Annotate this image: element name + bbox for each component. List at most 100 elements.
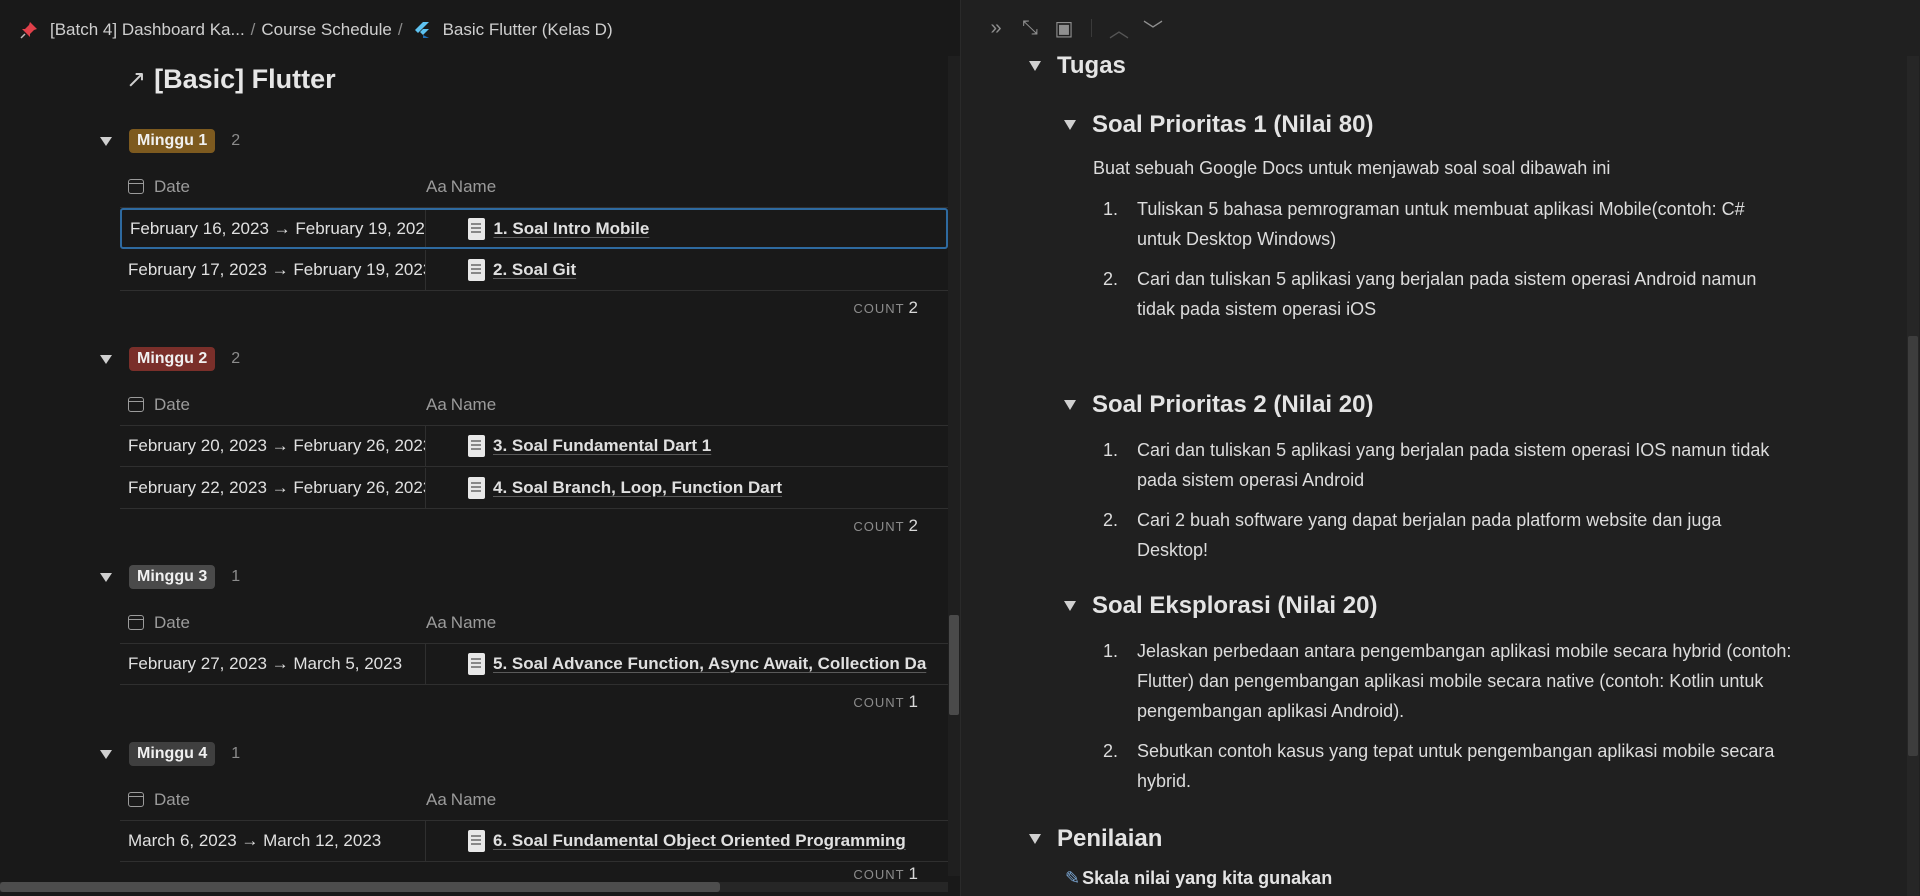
name-cell[interactable]: 2. Soal Git [426, 259, 948, 281]
section-title: Soal Eksplorasi (Nilai 20) [1092, 592, 1378, 619]
chevron-up-icon[interactable]: ︿ [1102, 14, 1136, 43]
date-cell[interactable]: February 22, 2023 → February 26, 2023 [120, 468, 426, 508]
name-cell[interactable]: 4. Soal Branch, Loop, Function Dart [426, 477, 948, 499]
column-name[interactable]: Aa Name [426, 613, 496, 633]
toggle-triangle-icon[interactable] [1029, 61, 1041, 71]
column-label: Date [154, 176, 190, 196]
count-value: 2 [908, 298, 918, 317]
sidebar-panel-icon[interactable]: ▣ [1047, 16, 1081, 41]
breadcrumb-label: Basic Flutter (Kelas D) [442, 20, 613, 39]
document-icon [468, 653, 485, 675]
table-row[interactable]: February 17, 2023 → February 19, 2023 2.… [120, 250, 948, 291]
toggle-triangle-icon[interactable] [100, 749, 112, 759]
list-number: 2. [1103, 510, 1119, 530]
page-peek-pane: » ⤡ ▣ ︿ ﹀ Tugas Soal Prioritas 1 (Nilai … [960, 0, 1920, 896]
group-minggu-4: Minggu 4 1 Date Aa Name March 6, 2023 → M… [96, 739, 948, 896]
page-link[interactable]: 6. Soal Fundamental Object Oriented Prog… [493, 831, 906, 851]
double-chevron-right-icon[interactable]: » [979, 17, 1013, 40]
name-cell[interactable]: 1. Soal Intro Mobile [426, 217, 946, 240]
name-cell[interactable]: 6. Soal Fundamental Object Oriented Prog… [426, 830, 948, 852]
toggle-triangle-icon[interactable] [100, 136, 112, 146]
breadcrumb-item-dashboard[interactable]: [Batch 4] Dashboard Ka... [20, 20, 245, 40]
count-footer[interactable]: COUNT 1 [853, 692, 918, 712]
name-cell[interactable]: 5. Soal Advance Function, Async Await, C… [426, 653, 948, 675]
group-tag[interactable]: Minggu 1 [129, 129, 216, 153]
table-row[interactable]: February 27, 2023 → March 5, 2023 5. Soa… [120, 644, 948, 685]
count-footer[interactable]: COUNT 1 [853, 864, 918, 884]
database-title-text: [Basic] Flutter [154, 64, 336, 94]
page-link[interactable]: 5. Soal Advance Function, Async Await, C… [493, 654, 926, 674]
toggle-triangle-icon[interactable] [100, 572, 112, 582]
count-footer[interactable]: COUNT 2 [853, 516, 918, 536]
column-label: Date [154, 789, 190, 809]
horizontal-scrollbar-thumb[interactable] [0, 882, 720, 892]
count-label: COUNT [853, 867, 905, 882]
page-link[interactable]: 2. Soal Git [493, 260, 576, 280]
page-link[interactable]: 1. Soal Intro Mobile [493, 219, 649, 239]
expand-icon[interactable]: ⤡ [1013, 17, 1047, 40]
date-cell[interactable]: February 16, 2023 → February 19, 2023 [122, 210, 427, 247]
date-cell[interactable]: February 20, 2023 → February 26, 2023 [120, 426, 426, 466]
date-cell[interactable]: February 17, 2023 → February 19, 2023 [120, 250, 426, 290]
text-property-icon: Aa [426, 176, 447, 196]
vertical-scrollbar-track[interactable] [948, 56, 960, 876]
calendar-icon [128, 179, 144, 194]
column-name[interactable]: Aa Name [426, 790, 496, 810]
list-line: tidak pada sistem operasi iOS [1137, 299, 1377, 319]
column-date[interactable]: Date [120, 613, 426, 633]
list-number: 1. [1103, 440, 1119, 460]
count-value: 1 [908, 692, 918, 711]
column-date[interactable]: Date [120, 790, 426, 810]
peek-toolbar: » ⤡ ▣ ︿ ﹀ [979, 14, 1170, 42]
column-date[interactable]: Date [120, 177, 426, 197]
column-name[interactable]: Aa Name [426, 395, 496, 415]
group-tag[interactable]: Minggu 3 [129, 565, 216, 589]
column-name[interactable]: Aa Name [426, 177, 496, 197]
vertical-scrollbar-thumb[interactable] [949, 615, 959, 715]
table-row[interactable]: March 6, 2023 → March 12, 2023 6. Soal F… [120, 821, 948, 862]
group-tag[interactable]: Minggu 2 [129, 347, 216, 371]
chevron-down-icon[interactable]: ﹀ [1136, 14, 1170, 43]
pen-icon: ✎ [1065, 868, 1081, 888]
count-footer[interactable]: COUNT 2 [853, 298, 918, 318]
list-number: 2. [1103, 741, 1119, 761]
count-value: 2 [908, 516, 918, 535]
name-cell[interactable]: 3. Soal Fundamental Dart 1 [426, 435, 948, 457]
pushpin-icon [20, 21, 38, 39]
date-cell[interactable]: March 6, 2023 → March 12, 2023 [120, 821, 426, 861]
page-link[interactable]: 4. Soal Branch, Loop, Function Dart [493, 478, 782, 498]
count-label: COUNT [853, 695, 905, 710]
list-number: 2. [1103, 269, 1119, 289]
list-line: Cari 2 buah software yang dapat berjalan… [1137, 510, 1722, 530]
count-value: 1 [908, 864, 918, 883]
group-count: 1 [231, 568, 241, 585]
calendar-icon [128, 397, 144, 412]
toggle-triangle-icon[interactable] [1064, 120, 1076, 130]
group-header: Minggu 3 1 [96, 562, 240, 592]
toggle-triangle-icon[interactable] [1064, 601, 1076, 611]
table-header: Date Aa Name [120, 166, 948, 208]
toolbar-divider [1091, 19, 1092, 37]
group-tag[interactable]: Minggu 4 [129, 742, 216, 766]
table-row[interactable]: February 20, 2023 → February 26, 2023 3.… [120, 426, 948, 467]
document-icon [468, 259, 485, 281]
breadcrumb-item-course-schedule[interactable]: Course Schedule [261, 20, 391, 40]
column-date[interactable]: Date [120, 395, 426, 415]
page-link[interactable]: 3. Soal Fundamental Dart 1 [493, 436, 711, 456]
database-title[interactable]: ↗ [Basic] Flutter [126, 64, 336, 95]
document-icon [468, 217, 486, 240]
page-link-skala-nilai[interactable]: ✎ Skala nilai yang kita gunakan [1065, 868, 1332, 889]
date-cell[interactable]: February 27, 2023 → March 5, 2023 [120, 644, 426, 684]
toggle-triangle-icon[interactable] [1064, 400, 1076, 410]
toggle-triangle-icon[interactable] [1029, 834, 1041, 844]
toggle-triangle-icon[interactable] [100, 354, 112, 364]
count-label: COUNT [853, 301, 905, 316]
table-row[interactable]: February 16, 2023 → February 19, 2023 1.… [120, 208, 948, 249]
list-line: pada sistem operasi Android [1137, 470, 1365, 490]
breadcrumb: [Batch 4] Dashboard Ka... / Course Sched… [0, 0, 960, 60]
table-row[interactable]: February 22, 2023 → February 26, 2023 4.… [120, 468, 948, 509]
vertical-scrollbar-thumb[interactable] [1908, 336, 1918, 756]
document-icon [468, 830, 485, 852]
breadcrumb-item-basic-flutter[interactable]: Basic Flutter (Kelas D) [409, 20, 613, 40]
list-line: Flutter) dan pengembangan aplikasi mobil… [1137, 671, 1764, 691]
